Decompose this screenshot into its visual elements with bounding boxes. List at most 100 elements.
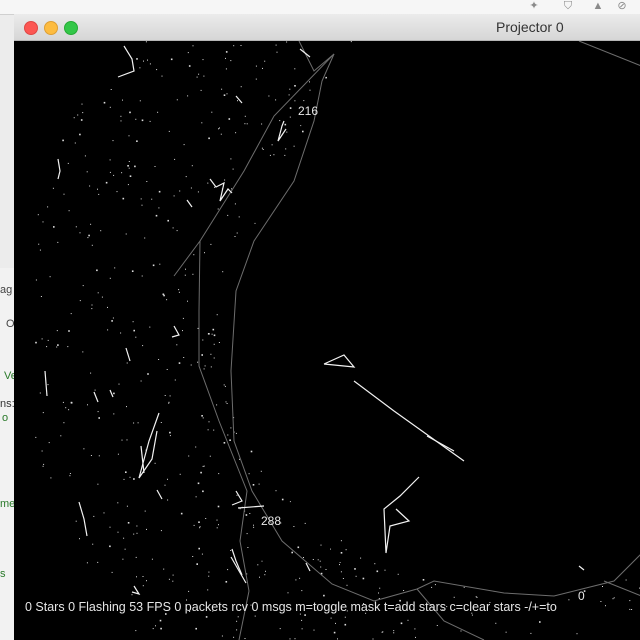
star (202, 417, 204, 419)
star (39, 249, 41, 251)
marker-label-288: 288 (261, 514, 281, 528)
star (113, 174, 115, 176)
star (303, 557, 304, 558)
star (304, 614, 306, 616)
star (91, 308, 93, 310)
star (218, 473, 220, 475)
star (168, 401, 170, 403)
star (47, 384, 49, 386)
star (203, 368, 205, 370)
star (63, 193, 65, 195)
star (128, 167, 130, 169)
star (159, 619, 162, 622)
star (122, 558, 124, 560)
star (293, 145, 295, 147)
star (374, 563, 376, 565)
star (249, 513, 251, 514)
star (224, 179, 226, 181)
star (227, 214, 229, 216)
star (109, 159, 111, 161)
star (120, 115, 122, 117)
star (201, 415, 203, 417)
star (144, 237, 146, 239)
star (407, 619, 409, 621)
star (192, 273, 194, 275)
shield-icon[interactable]: ⛉ (562, 0, 574, 12)
star (82, 351, 84, 353)
star (86, 171, 88, 173)
title-bar[interactable]: Projector 0 (14, 14, 640, 41)
star (208, 137, 210, 140)
star (202, 490, 204, 493)
star (79, 300, 81, 302)
star (476, 596, 478, 598)
star (261, 560, 263, 562)
star (201, 553, 203, 555)
star (224, 385, 226, 387)
blocked-icon[interactable]: ⊘ (616, 0, 628, 12)
star (146, 181, 148, 182)
star (135, 556, 137, 558)
dropbox-icon[interactable]: ✦ (528, 0, 540, 12)
star (393, 632, 395, 634)
star (77, 114, 79, 116)
star (128, 135, 130, 137)
star (294, 100, 296, 102)
star (226, 93, 228, 95)
star (436, 625, 438, 626)
star (264, 60, 266, 62)
star (127, 184, 129, 186)
star (602, 586, 603, 587)
star (129, 476, 131, 478)
star (227, 434, 229, 436)
star (304, 522, 306, 524)
star (91, 244, 93, 246)
star (210, 243, 212, 245)
star (231, 188, 233, 190)
star (431, 586, 433, 588)
star (49, 276, 51, 278)
star (204, 252, 205, 254)
star (281, 498, 284, 501)
star (143, 60, 144, 62)
star (319, 560, 321, 562)
star (279, 120, 281, 122)
maximize-button[interactable] (64, 21, 78, 35)
star (93, 515, 95, 517)
star (149, 326, 151, 328)
star (86, 562, 88, 564)
star (47, 206, 49, 208)
star (195, 627, 197, 630)
star (209, 455, 211, 457)
star (254, 222, 256, 224)
minimize-button[interactable] (44, 21, 58, 35)
star (216, 519, 218, 521)
star (90, 455, 92, 456)
star (111, 571, 113, 573)
star (223, 442, 226, 444)
star (197, 191, 199, 193)
star (126, 505, 128, 507)
projector-canvas[interactable]: 216 288 0 (14, 41, 640, 640)
star (174, 158, 176, 160)
star (289, 116, 291, 118)
close-button[interactable] (24, 21, 38, 35)
star (178, 289, 180, 291)
star (275, 44, 277, 46)
star (568, 599, 570, 601)
star (198, 73, 200, 75)
star (271, 144, 273, 146)
star (176, 230, 178, 232)
projector-window: Projector 0 216 288 0 0 Stars 0 Flashing… (14, 14, 640, 640)
bell-icon[interactable]: ▲ (592, 0, 604, 12)
star (190, 187, 192, 189)
star (79, 538, 80, 540)
star (216, 404, 218, 406)
star (38, 243, 40, 245)
star (187, 95, 189, 97)
star (631, 609, 633, 610)
star (146, 580, 147, 582)
star (176, 344, 178, 346)
star (291, 551, 293, 554)
star (313, 629, 315, 631)
